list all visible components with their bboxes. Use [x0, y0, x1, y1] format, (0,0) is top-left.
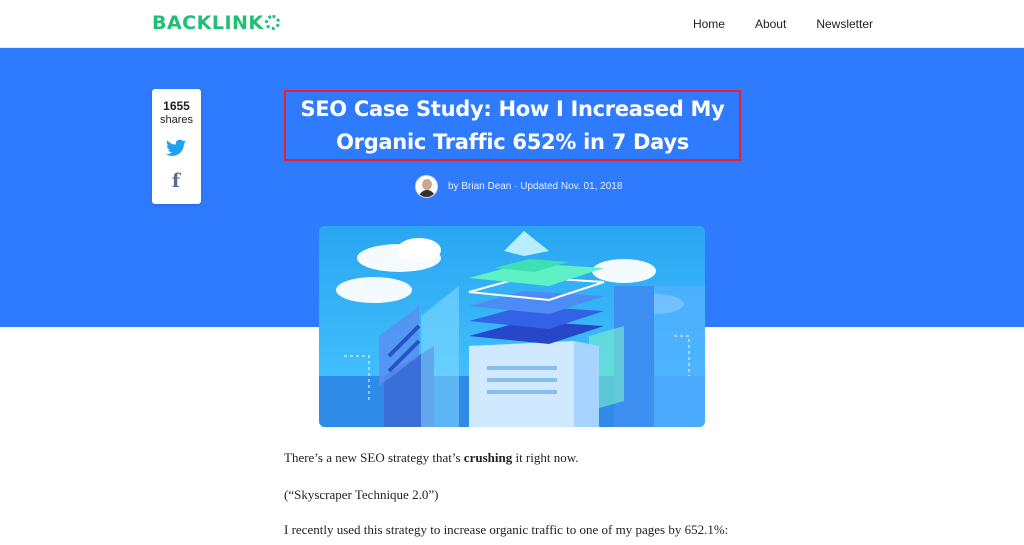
logo-o-icon — [264, 15, 280, 30]
nav-about[interactable]: About — [755, 17, 786, 31]
byline-text: by Brian Dean · Updated Nov. 01, 2018 — [448, 181, 622, 192]
main-nav: Home About Newsletter — [693, 17, 873, 31]
author-avatar[interactable] — [415, 174, 438, 198]
author-link[interactable]: Brian Dean — [461, 181, 511, 192]
avatar-body — [419, 189, 435, 197]
article-paragraph-1: There’s a new SEO strategy that’s crushi… — [284, 450, 579, 466]
twitter-icon[interactable] — [166, 139, 186, 157]
title-highlight-box: SEO Case Study: How I Increased My Organ… — [284, 90, 741, 161]
updated-date: · Updated Nov. 01, 2018 — [514, 180, 623, 192]
share-box: 1655 shares f — [152, 89, 201, 204]
p1-bold-text: crushing — [463, 450, 513, 465]
share-label: shares — [159, 114, 194, 126]
share-count: 1655 — [163, 99, 190, 113]
avatar-head — [422, 178, 432, 190]
byline-prefix: by — [448, 180, 459, 192]
article-paragraph-2: (“Skyscraper Technique 2.0”) — [284, 487, 439, 502]
skyscraper-illustration — [319, 226, 705, 427]
page-title: SEO Case Study: How I Increased My Organ… — [300, 96, 725, 154]
hero-illustration — [319, 226, 705, 427]
byline: by Brian Dean · Updated Nov. 01, 2018 — [415, 174, 622, 198]
logo-text: BACKLINK — [152, 12, 264, 34]
p1-text-after: it right now. — [512, 450, 579, 465]
article-paragraph-3: I recently used this strategy to increas… — [284, 522, 729, 537]
nav-home[interactable]: Home — [693, 17, 725, 31]
site-header: BACKLINK Home About Newsletter — [0, 0, 1024, 48]
nav-newsletter[interactable]: Newsletter — [816, 17, 873, 31]
backlinko-logo[interactable]: BACKLINK — [152, 12, 280, 34]
facebook-icon[interactable]: f — [168, 171, 184, 191]
p1-text-before: There’s a new SEO strategy that’s — [284, 450, 464, 465]
